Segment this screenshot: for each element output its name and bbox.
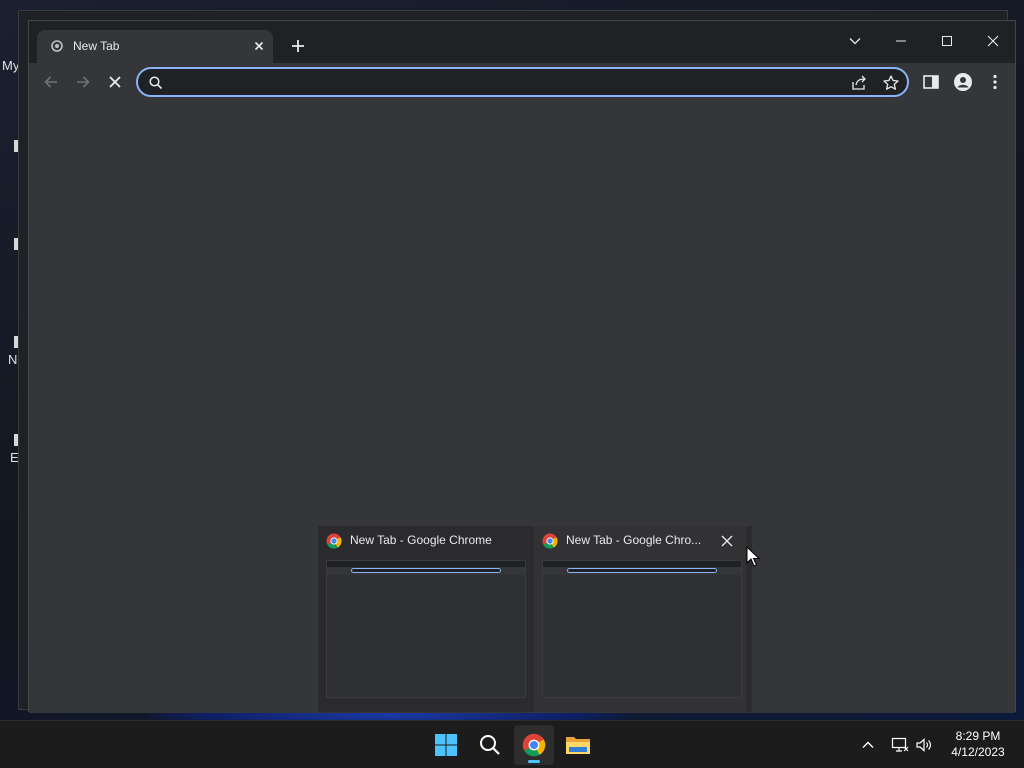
minimize-icon: [896, 40, 906, 42]
tab-search-button[interactable]: [841, 27, 869, 55]
window-thumbnail-2[interactable]: New Tab - Google Chro...: [534, 526, 746, 712]
tab-title: New Tab: [73, 39, 120, 53]
thumbnail-preview: [542, 560, 742, 698]
star-icon[interactable]: [882, 74, 900, 92]
search-icon: [480, 735, 500, 755]
close-icon: [987, 35, 999, 47]
clock-time: 8:29 PM: [955, 729, 1001, 743]
tab-strip: New Tab: [29, 21, 1015, 63]
taskbar-thumbnail-panel: New Tab - Google Chrome New Tab - Google…: [318, 526, 752, 712]
stop-button[interactable]: [103, 70, 127, 94]
omnibox[interactable]: [136, 67, 909, 97]
taskbar: 8:29 PM 4/12/2023: [0, 720, 1024, 768]
clock-date: 4/12/2023: [951, 745, 1005, 759]
volume-control[interactable]: [914, 735, 934, 755]
maximize-icon: [942, 36, 952, 46]
taskbar-chrome-button[interactable]: [514, 725, 554, 765]
chrome-logo-icon: [326, 533, 342, 549]
close-icon[interactable]: [251, 38, 267, 54]
stop-loading-icon: [109, 76, 121, 88]
maximize-button[interactable]: [933, 27, 961, 55]
taskbar-file-explorer-button[interactable]: [558, 725, 598, 765]
preview-toolbar: [327, 567, 525, 575]
plus-icon[interactable]: [289, 37, 307, 55]
windows-start-icon: [435, 734, 457, 756]
close-window-button[interactable]: [979, 27, 1007, 55]
desktop-icon-label-2[interactable]: N: [8, 352, 17, 367]
active-app-indicator: [528, 760, 540, 763]
more-vert-icon[interactable]: [985, 72, 1005, 92]
thumbnail-title: New Tab - Google Chro...: [566, 533, 702, 547]
profile-icon[interactable]: [953, 72, 973, 92]
side-panel-icon[interactable]: [921, 72, 941, 92]
thumbnail-title: New Tab - Google Chrome: [350, 533, 492, 547]
toolbar: [29, 63, 1015, 101]
show-hidden-icons-button[interactable]: [858, 735, 878, 755]
clock[interactable]: 8:29 PM 4/12/2023: [936, 728, 1020, 760]
desktop-icon-label-1[interactable]: My: [2, 58, 19, 73]
chevron-up-icon: [862, 741, 874, 748]
chrome-favicon-icon: [51, 40, 63, 52]
close-icon[interactable]: [720, 534, 734, 548]
network-status[interactable]: [890, 735, 910, 755]
forward-button[interactable]: [71, 70, 95, 94]
share-icon[interactable]: [850, 74, 868, 92]
thumbnail-preview: [326, 560, 526, 698]
file-explorer-icon: [566, 737, 590, 754]
address-input[interactable]: [168, 72, 828, 92]
taskbar-search-button[interactable]: [470, 725, 510, 765]
volume-icon: [916, 738, 931, 752]
tab-new-tab[interactable]: New Tab: [37, 30, 273, 63]
arrow-left-icon: [44, 76, 57, 88]
search-icon: [149, 76, 163, 90]
chrome-logo-icon: [542, 533, 558, 549]
chrome-logo-icon: [522, 733, 546, 757]
arrow-right-icon: [77, 76, 90, 88]
window-thumbnail-1[interactable]: New Tab - Google Chrome: [318, 526, 530, 712]
preview-omnibox: [567, 568, 717, 573]
tab-search-chevron-icon: [849, 38, 861, 45]
back-button[interactable]: [39, 70, 63, 94]
network-icon: [891, 737, 909, 752]
minimize-button[interactable]: [887, 27, 915, 55]
mouse-cursor-icon: [746, 546, 760, 567]
preview-toolbar: [543, 567, 741, 575]
preview-omnibox: [351, 568, 501, 573]
start-button[interactable]: [426, 725, 466, 765]
